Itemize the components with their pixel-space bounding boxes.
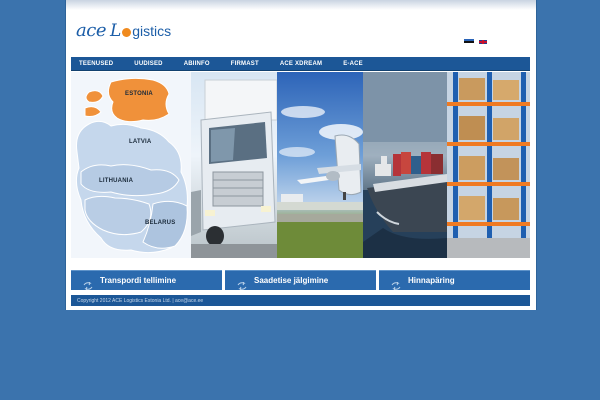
price-inquiry-button[interactable]: Hinnapäring (379, 270, 530, 290)
nav-item-e-ace[interactable]: E-ACE (335, 61, 363, 67)
airplane-image (277, 106, 363, 258)
cargo-ship-image (363, 72, 447, 258)
logo-text-l: L (109, 21, 122, 41)
footer-bar: Copyright 2012 ACE Logistics Estonia Ltd… (71, 295, 530, 306)
nav-item-teenused[interactable]: TEENUSED (71, 61, 113, 67)
map-label-lithuania: LITHUANIA (99, 178, 134, 184)
main-navigation: TEENUSED UUDISED ABIINFO FIRMAST ACE XDR… (71, 57, 530, 71)
page-container: ace L gistics TEENUSED UUDISED ABIINFO F… (65, 0, 537, 310)
nav-item-abiinfo[interactable]: ABIINFO (176, 61, 210, 67)
nav-item-ace-xdream[interactable]: ACE XDREAM (272, 61, 322, 67)
transport-order-label: Transpordi tellimine (100, 276, 177, 285)
refresh-arrows-icon (83, 277, 93, 290)
airplane-photo-panel (277, 72, 363, 258)
ace-logistics-logo[interactable]: ace L gistics (76, 20, 171, 42)
warehouse-image (447, 72, 530, 258)
copyright-text: Copyright 2012 ACE Logistics Estonia Ltd… (77, 297, 204, 304)
logo-text-ace: ace (76, 20, 106, 41)
baltic-map-image (75, 77, 188, 254)
language-switcher (464, 39, 488, 45)
nav-item-uudised[interactable]: UUDISED (126, 61, 162, 67)
warehouse-photo-panel (447, 72, 530, 258)
top-gradient-band (66, 0, 536, 10)
hero-banner: ESTONIA LATVIA LITHUANIA BELARUS (71, 72, 530, 258)
map-label-latvia: LATVIA (129, 139, 152, 145)
cargo-ship-photo-panel (363, 72, 447, 258)
refresh-arrows-icon (391, 277, 401, 290)
transport-order-button[interactable]: Transpordi tellimine (71, 270, 222, 290)
uk-flag-icon[interactable] (478, 39, 488, 45)
map-label-estonia: ESTONIA (125, 91, 153, 97)
truck-photo-panel (191, 72, 277, 258)
baltic-map-panel: ESTONIA LATVIA LITHUANIA BELARUS (71, 72, 191, 258)
nav-item-firmast[interactable]: FIRMAST (223, 61, 259, 67)
logo-text-gistics: gistics (132, 23, 172, 39)
shipment-tracking-label: Saadetise jälgimine (254, 276, 329, 285)
refresh-arrows-icon (237, 277, 247, 290)
estonia-flag-icon[interactable] (464, 39, 474, 45)
shipment-tracking-button[interactable]: Saadetise jälgimine (225, 270, 376, 290)
price-inquiry-label: Hinnapäring (408, 276, 455, 285)
truck-image (191, 79, 277, 258)
map-label-belarus: BELARUS (145, 220, 176, 226)
logo-orange-dot-icon (122, 28, 132, 37)
